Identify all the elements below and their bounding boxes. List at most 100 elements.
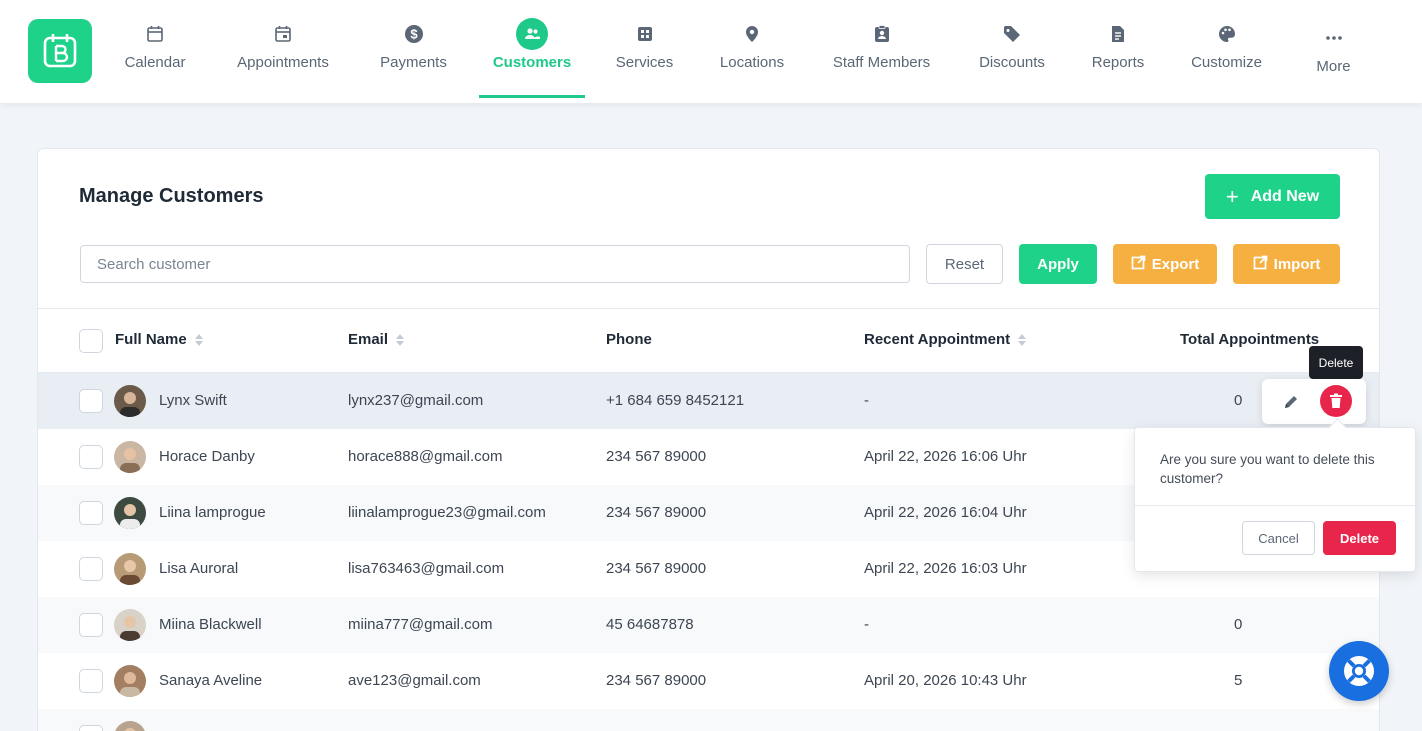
avatar: [114, 721, 146, 731]
row-checkbox[interactable]: [79, 613, 103, 637]
recent-appointment: April 22, 2026 16:06 Uhr: [864, 448, 1027, 465]
add-new-label: Add New: [1250, 187, 1320, 205]
row-checkbox[interactable]: [79, 557, 103, 581]
total-appointments: 0: [1234, 392, 1243, 409]
appointments-icon: [269, 20, 297, 48]
nav-calendar[interactable]: Calendar: [122, 20, 188, 100]
search-input[interactable]: [80, 245, 910, 283]
customer-email: lynx237@gmail.com: [348, 392, 484, 409]
nav-label: Services: [615, 54, 674, 71]
plus-icon: +: [1225, 183, 1239, 209]
nav-label: Calendar: [124, 54, 186, 71]
row-checkbox[interactable]: [79, 389, 103, 413]
reset-button[interactable]: Reset: [926, 244, 1003, 284]
table-row[interactable]: Lynx Swift lynx237@gmail.com +1 684 659 …: [38, 373, 1379, 429]
customer-phone: 234 567 89000: [606, 672, 707, 689]
customer-email: horace888@gmail.com: [348, 448, 503, 465]
apply-button[interactable]: Apply: [1019, 244, 1097, 284]
page-title: Manage Customers: [79, 185, 264, 207]
nav-customize[interactable]: Customize: [1189, 20, 1264, 100]
app-logo[interactable]: [28, 19, 92, 83]
customer-email: ave123@gmail.com: [348, 672, 481, 689]
logo-icon: [43, 34, 77, 68]
column-label: Recent Appointment: [864, 331, 1011, 348]
dollar-icon: $: [400, 20, 428, 48]
column-header-recent-appointment[interactable]: Recent Appointment: [864, 331, 1027, 348]
row-checkbox[interactable]: [79, 669, 103, 693]
row-checkbox[interactable]: [79, 501, 103, 525]
divider: [1135, 505, 1415, 506]
nav-label: Discounts: [979, 54, 1045, 71]
column-header-phone: Phone: [606, 331, 652, 348]
customer-phone: 234 567 89000: [606, 448, 707, 465]
nav-label: Customize: [1191, 54, 1262, 71]
total-appointments: 0: [1234, 616, 1243, 633]
delete-button[interactable]: [1320, 385, 1352, 417]
nav-more[interactable]: More: [1314, 24, 1353, 104]
pencil-icon: [1285, 396, 1297, 408]
cancel-button[interactable]: Cancel: [1242, 521, 1315, 555]
calendar-icon: [141, 20, 169, 48]
nav-services[interactable]: Services: [615, 20, 674, 100]
export-button[interactable]: Export: [1113, 244, 1217, 284]
nav-discounts[interactable]: Discounts: [977, 20, 1047, 100]
import-button[interactable]: Import: [1233, 244, 1340, 284]
nav-label: Customers: [492, 54, 572, 71]
column-label: Full Name: [115, 331, 187, 348]
column-header-total-appointments: Total Appointments: [1180, 331, 1319, 348]
column-header-email[interactable]: Email: [348, 331, 405, 348]
nav-label: Reports: [1091, 54, 1145, 71]
nav-customers[interactable]: Customers: [492, 18, 572, 100]
table-row[interactable]: Sanaya Aveline ave123@gmail.com 234 567 …: [38, 653, 1379, 709]
customer-email: liinalamprogue23@gmail.com: [348, 504, 546, 521]
nav-payments[interactable]: $ Payments: [378, 20, 449, 100]
nav-reports[interactable]: Reports: [1091, 20, 1145, 100]
column-label: Total Appointments: [1180, 331, 1320, 348]
report-icon: [1104, 20, 1132, 48]
confirm-delete-button[interactable]: Delete: [1323, 521, 1396, 555]
nav-label: Staff Members: [832, 54, 931, 71]
recent-appointment: April 22, 2026 16:03 Uhr: [864, 560, 1027, 577]
external-link-icon: [1253, 255, 1268, 274]
table-row[interactable]: Miina Blackwell miina777@gmail.com 45 64…: [38, 597, 1379, 653]
svg-text:$: $: [410, 27, 418, 42]
table-row[interactable]: [38, 709, 1379, 731]
customer-phone: 234 567 89000: [606, 504, 707, 521]
column-header-full-name[interactable]: Full Name: [115, 331, 203, 348]
more-dots-icon: [1320, 24, 1348, 52]
nav-label: Payments: [380, 54, 447, 71]
location-pin-icon: [738, 20, 766, 48]
customer-name: Lynx Swift: [159, 392, 227, 409]
nav-locations[interactable]: Locations: [718, 20, 786, 100]
delete-confirm-popover: Are you sure you want to delete this cus…: [1134, 427, 1416, 572]
recent-appointment: -: [864, 392, 869, 409]
external-link-icon: [1131, 255, 1146, 274]
total-appointments: 5: [1234, 672, 1243, 689]
recent-appointment: April 20, 2026 10:43 Uhr: [864, 672, 1027, 689]
nav-appointments[interactable]: Appointments: [233, 20, 333, 100]
active-tab-indicator: [479, 95, 585, 98]
row-checkbox[interactable]: [79, 445, 103, 469]
avatar: [114, 665, 146, 697]
sort-icon: [396, 333, 405, 346]
add-new-button[interactable]: + Add New: [1205, 174, 1340, 219]
lifebuoy-icon: [1344, 656, 1374, 686]
customer-name: Horace Danby: [159, 448, 255, 465]
trash-icon: [1330, 393, 1342, 408]
tag-icon: [998, 20, 1026, 48]
help-button[interactable]: [1329, 641, 1389, 701]
nav-staff-members[interactable]: Staff Members: [830, 20, 933, 100]
select-all-checkbox[interactable]: [79, 329, 103, 353]
delete-tooltip: Delete: [1309, 346, 1363, 384]
customer-phone: 45 64687878: [606, 616, 694, 633]
avatar: [114, 497, 146, 529]
top-navigation: Calendar Appointments $ Payments Custome…: [0, 0, 1422, 103]
recent-appointment: -: [864, 616, 869, 633]
staff-badge-icon: [868, 20, 896, 48]
edit-button[interactable]: [1280, 391, 1302, 413]
customer-email: miina777@gmail.com: [348, 616, 493, 633]
avatar: [114, 385, 146, 417]
customer-email: lisa763463@gmail.com: [348, 560, 505, 577]
import-label: Import: [1273, 255, 1321, 273]
row-checkbox[interactable]: [79, 725, 103, 731]
